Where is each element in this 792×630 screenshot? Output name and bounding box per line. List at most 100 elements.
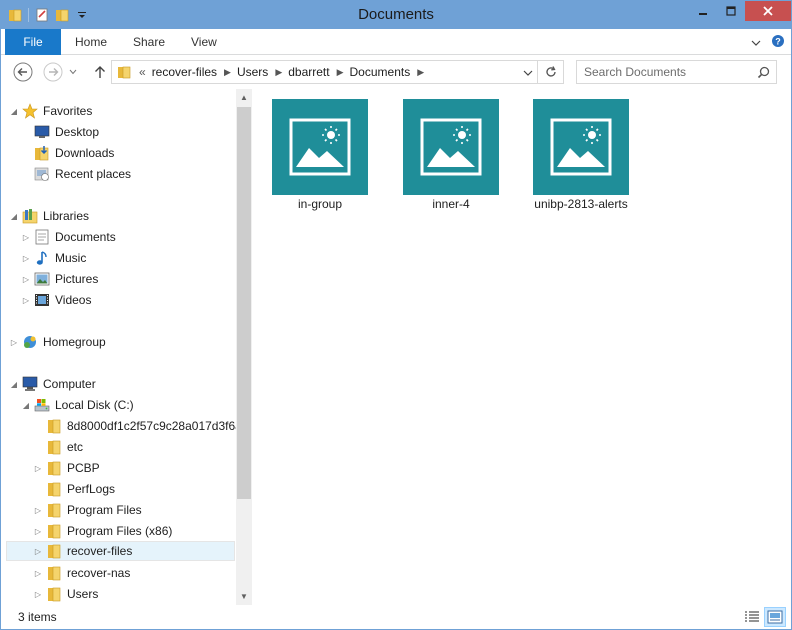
search-input[interactable] xyxy=(584,65,754,79)
folder-icon xyxy=(45,502,63,518)
ribbon-controls: ? xyxy=(751,34,785,51)
tree-label: Desktop xyxy=(55,125,100,139)
tree-favorites[interactable]: ◢ Favorites xyxy=(9,101,92,121)
tree-folder[interactable]: etc xyxy=(33,437,83,457)
breadcrumb-item[interactable]: recover-files xyxy=(152,65,217,79)
chevron-right-icon[interactable]: ▶ xyxy=(417,67,424,78)
file-item[interactable]: inner-4 xyxy=(391,89,511,211)
forward-button[interactable] xyxy=(42,61,64,83)
collapse-arrow-icon[interactable]: ◢ xyxy=(9,212,19,221)
tree-folder[interactable]: ▷ PCBP xyxy=(33,458,100,478)
nav-scrollbar[interactable]: ▲ ▼ xyxy=(236,89,252,605)
tree-folder[interactable]: ▷ recover-nas xyxy=(33,563,130,583)
tree-folder[interactable]: PerfLogs xyxy=(33,479,115,499)
breadcrumb-item[interactable]: dbarrett xyxy=(288,65,329,79)
tree-folder[interactable]: ▷ Users xyxy=(33,584,98,604)
breadcrumb-item[interactable]: Documents xyxy=(350,65,411,79)
file-item[interactable]: in-group xyxy=(260,89,380,211)
window-controls xyxy=(689,1,791,21)
help-icon[interactable]: ? xyxy=(771,34,785,51)
expand-arrow-icon[interactable]: ▷ xyxy=(33,569,43,578)
tree-libraries[interactable]: ◢ Libraries xyxy=(9,206,89,226)
chevron-right-icon[interactable]: ▶ xyxy=(224,67,231,78)
folder-icon xyxy=(45,586,63,602)
expand-arrow-icon[interactable]: ▷ xyxy=(21,233,31,242)
refresh-button[interactable] xyxy=(537,61,563,83)
chevron-right-icon[interactable]: ▶ xyxy=(275,67,282,78)
tree-item-videos[interactable]: ▷ Videos xyxy=(21,290,92,310)
expand-arrow-icon[interactable]: ▷ xyxy=(9,338,19,347)
details-view-button[interactable] xyxy=(741,607,763,627)
image-file-icon xyxy=(272,99,368,195)
back-button[interactable] xyxy=(12,61,34,83)
recent-locations-dropdown[interactable] xyxy=(67,61,79,83)
tree-label: Videos xyxy=(55,293,92,307)
tree-label: Recent places xyxy=(55,167,132,181)
tree-folder[interactable]: ▷ Program Files xyxy=(33,500,142,520)
tree-item-music[interactable]: ▷ Music xyxy=(21,248,86,268)
collapse-arrow-icon[interactable]: ◢ xyxy=(9,107,19,116)
folder-icon xyxy=(117,65,131,79)
tree-item-documents[interactable]: ▷ Documents xyxy=(21,227,116,247)
scrollbar-thumb[interactable] xyxy=(237,107,251,499)
tree-label: etc xyxy=(67,440,84,454)
tree-folder[interactable]: 8d8000df1c2f57c9c28a017d3f6a xyxy=(33,416,242,436)
tree-item-pictures[interactable]: ▷ Pictures xyxy=(21,269,98,289)
breadcrumb-overflow[interactable]: « xyxy=(139,65,146,79)
tree-folder-selected[interactable]: ▷ recover-files xyxy=(6,541,235,561)
breadcrumb-item[interactable]: Users xyxy=(237,65,268,79)
tree-label: Downloads xyxy=(55,146,115,160)
status-bar: 3 items xyxy=(1,606,791,629)
svg-text:?: ? xyxy=(775,37,781,47)
tab-share[interactable]: Share xyxy=(133,29,165,55)
tree-label: Computer xyxy=(43,377,96,391)
tree-homegroup[interactable]: ▷ Homegroup xyxy=(9,332,106,352)
minimize-button[interactable] xyxy=(689,1,717,21)
folder-icon xyxy=(45,418,63,434)
expand-arrow-icon[interactable]: ▷ xyxy=(33,464,43,473)
expand-arrow-icon[interactable]: ▷ xyxy=(33,527,43,536)
tree-item-recent-places[interactable]: Recent places xyxy=(21,164,131,184)
tab-file[interactable]: File xyxy=(5,29,61,55)
expand-arrow-icon[interactable]: ▷ xyxy=(21,275,31,284)
close-button[interactable] xyxy=(745,1,791,21)
tab-home[interactable]: Home xyxy=(75,29,107,55)
local-disk-icon xyxy=(33,397,51,413)
file-item[interactable]: unibp-2813-alerts xyxy=(521,89,641,211)
collapse-arrow-icon[interactable]: ◢ xyxy=(9,380,19,389)
scroll-down-button[interactable]: ▼ xyxy=(236,588,252,605)
tree-folder[interactable]: ▷ Program Files (x86) xyxy=(33,521,172,541)
collapse-arrow-icon[interactable]: ◢ xyxy=(21,401,31,410)
computer-icon xyxy=(21,376,39,392)
expand-arrow-icon[interactable]: ▷ xyxy=(33,547,43,556)
folder-icon xyxy=(45,439,63,455)
expand-arrow-icon[interactable]: ▷ xyxy=(33,590,43,599)
folder-icon xyxy=(45,543,63,559)
tree-item-local-disk[interactable]: ◢ Local Disk (C:) xyxy=(21,395,134,415)
expand-arrow-icon[interactable]: ▷ xyxy=(21,296,31,305)
address-bar[interactable]: « recover-files ▶ Users ▶ dbarrett ▶ Doc… xyxy=(111,60,564,84)
search-box[interactable] xyxy=(576,60,777,84)
image-file-icon xyxy=(533,99,629,195)
search-icon[interactable] xyxy=(757,66,770,82)
tree-item-desktop[interactable]: Desktop xyxy=(21,122,99,142)
navigation-bar: « recover-files ▶ Users ▶ dbarrett ▶ Doc… xyxy=(1,56,791,88)
tree-item-downloads[interactable]: Downloads xyxy=(21,143,114,163)
tab-view[interactable]: View xyxy=(191,29,217,55)
tree-computer[interactable]: ◢ Computer xyxy=(9,374,96,394)
expand-arrow-icon[interactable]: ▷ xyxy=(21,254,31,263)
expand-arrow-icon[interactable]: ▷ xyxy=(33,506,43,515)
file-list[interactable]: in-group inner-4 unibp-2813-alerts xyxy=(254,89,791,605)
scroll-up-button[interactable]: ▲ xyxy=(236,89,252,106)
navigation-pane: ◢ Favorites Desktop Downloads Recent pla… xyxy=(1,89,253,605)
up-button[interactable] xyxy=(89,61,111,83)
chevron-down-icon[interactable] xyxy=(523,66,533,80)
large-icons-view-button[interactable] xyxy=(764,607,786,627)
title-bar[interactable]: Documents xyxy=(1,1,791,29)
maximize-button[interactable] xyxy=(717,1,745,21)
explorer-window: Documents File Home Share View ? « recov… xyxy=(0,0,792,630)
chevron-right-icon[interactable]: ▶ xyxy=(337,67,344,78)
expand-ribbon-icon[interactable] xyxy=(751,36,761,50)
tree-label: PerfLogs xyxy=(67,482,116,496)
downloads-icon xyxy=(33,145,51,161)
